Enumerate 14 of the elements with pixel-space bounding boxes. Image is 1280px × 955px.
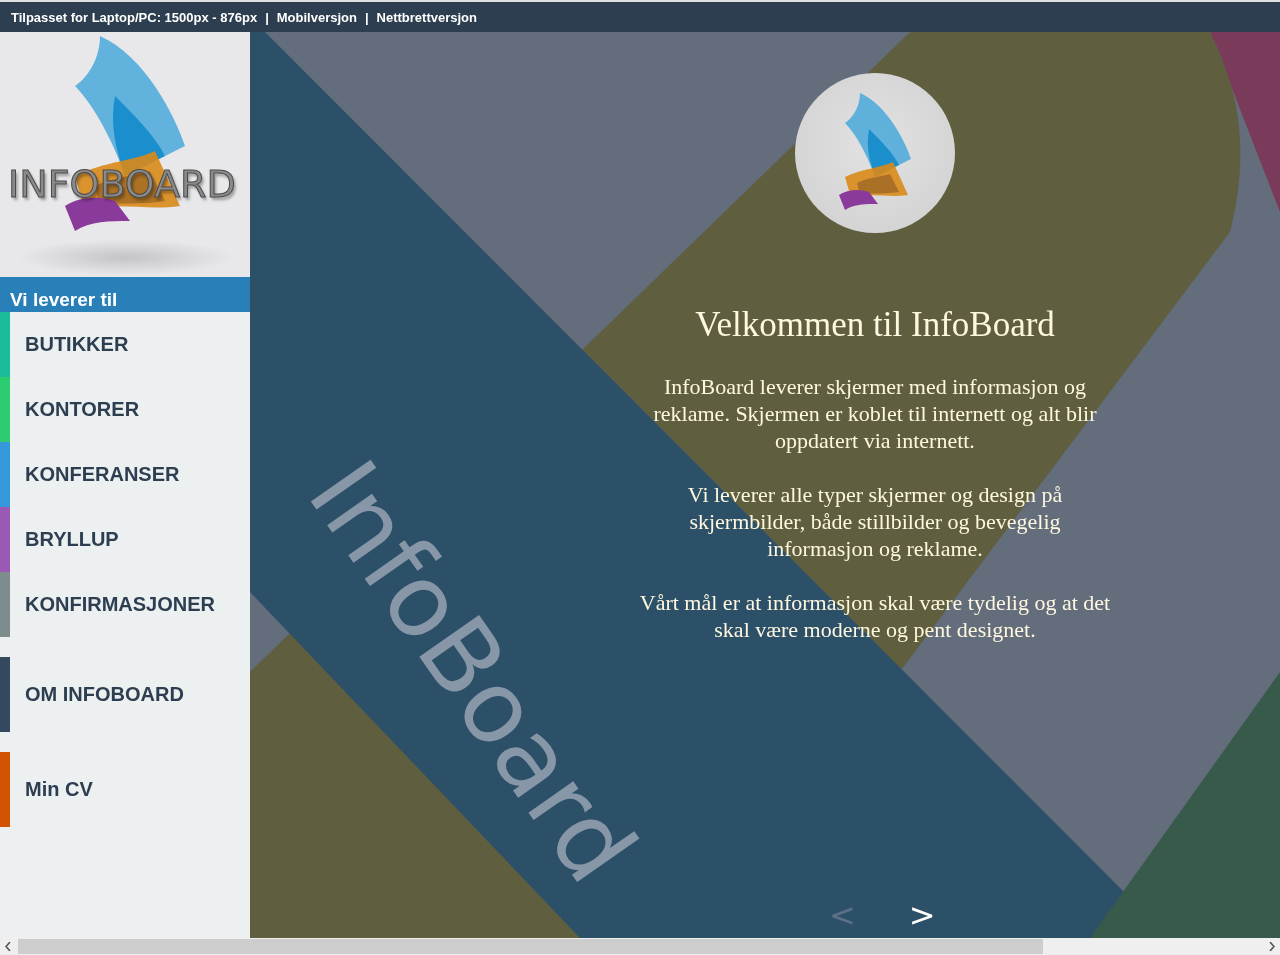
version-link[interactable]: Mobilversjon [276,9,357,25]
screen-size-info: Tilpasset for Laptop/PC: 1500px - 876px [11,9,258,25]
scroll-left-icon[interactable] [5,942,11,951]
slide-paragraph: InfoBoard leverer skjermer med informasjon og reklame. Skjermen er koblet til internett og alt blir oppdatert via internett. [652,373,1098,454]
slide-paragraph: Vi leverer alle typer skjermer og design på skjermbilder, både stillbilder og bevegelig informasjon og reklame. [686,481,1064,562]
next-slide-button[interactable]: > [904,897,940,933]
separator: | [265,9,269,25]
version-link[interactable]: Nettbrettversjon [376,9,477,25]
scroll-right-icon[interactable] [1269,942,1275,951]
scrollbar-thumb[interactable] [18,939,1043,954]
separator: | [364,9,369,25]
slide-title: Velkommen til InfoBoard [695,305,1055,345]
sidebar-heading: Vi leverer til [0,277,250,312]
slide-paragraph: Vårt mål er at informasjon skal være tydelig og at det skal være moderne og pent designet. [639,590,1112,642]
